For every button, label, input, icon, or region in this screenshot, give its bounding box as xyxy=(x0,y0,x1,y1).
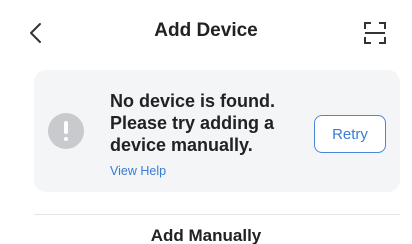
no-device-message: No device is found. Please try adding a … xyxy=(110,91,276,155)
add-manually-heading: Add Manually xyxy=(150,226,262,244)
scan-icon xyxy=(364,22,386,44)
scan-button[interactable] xyxy=(360,18,390,48)
no-device-notice-card: No device is found. Please try adding a … xyxy=(34,70,400,192)
view-help-link[interactable]: View Help xyxy=(110,164,166,178)
retry-button[interactable]: Retry xyxy=(314,115,386,153)
add-device-screen: Add Device No device is found. Please tr… xyxy=(0,0,412,244)
alert-icon xyxy=(48,113,84,149)
page-title: Add Device xyxy=(154,20,258,41)
divider xyxy=(34,214,400,215)
header: Add Device xyxy=(0,0,412,66)
